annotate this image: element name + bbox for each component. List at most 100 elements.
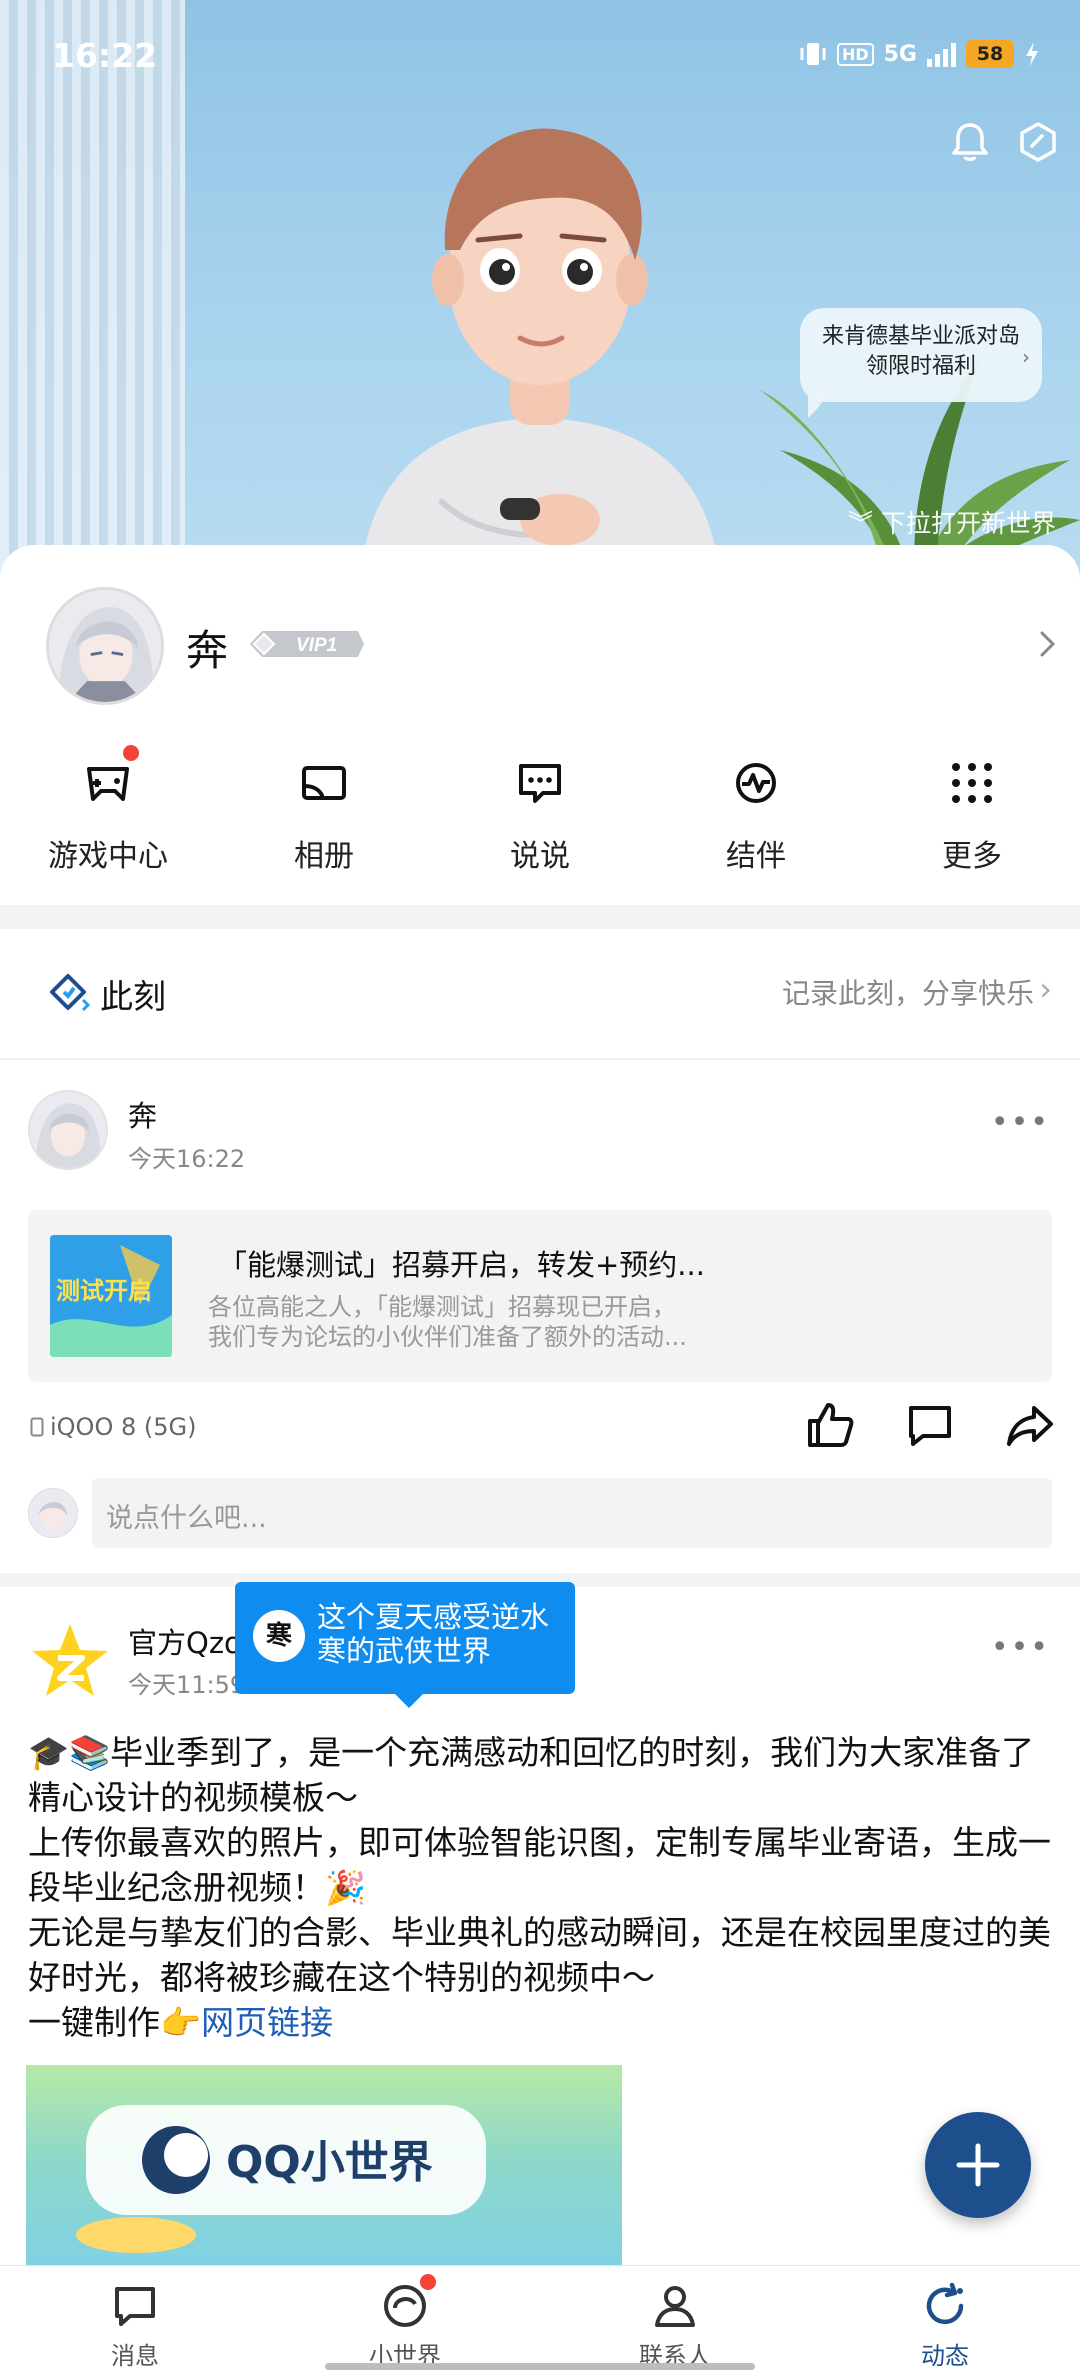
chevron-right-icon: › — [1039, 970, 1052, 1008]
profile-name: 奔 — [186, 626, 229, 675]
post-time: 今天11:59 — [128, 1671, 246, 1699]
web-link[interactable]: 网页链接 — [201, 2003, 333, 2042]
device-label: iQOO 8 (5G) — [50, 1413, 197, 1441]
contacts-icon — [649, 2280, 701, 2332]
share-desc-line: 我们专为论坛的小伙伴们准备了额外的活动... — [208, 1323, 687, 1351]
promo-line-1: 来肯德基毕业派对岛 — [821, 324, 1020, 349]
phone-icon — [30, 1417, 44, 1437]
post-body-line: 🎓📚毕业季到了，是一个充满感动和回忆的时刻，我们为大家准备了精心设计的视频模板～ — [28, 1733, 1035, 1817]
add-post-button[interactable] — [925, 2112, 1031, 2218]
hero-avatar-illustration[interactable] — [320, 100, 760, 580]
shortcut-companion[interactable]: 结伴 — [648, 745, 864, 895]
shortcut-label: 更多 — [942, 839, 1002, 874]
plus-icon — [956, 2143, 1000, 2187]
vip-badge[interactable]: VIP1 — [248, 627, 366, 661]
post-body-line: 一键制作👉网页链接 — [28, 2000, 1058, 2045]
promo-toast-line: 这个夏天感受逆水 — [317, 1600, 550, 1634]
shortcut-game-center[interactable]: 游戏中心 — [0, 745, 216, 895]
post-body-line: 无论是与挚友们的合影、毕业典礼的感动瞬间，还是在校园里度过的美好时光，都将被珍藏… — [28, 1913, 1051, 1997]
post-body-line: 上传你最喜欢的照片，即可体验智能识图，定制专属毕业寄语，生成一段毕业纪念册视频！… — [28, 1823, 1051, 1907]
shortcut-album[interactable]: 相册 — [216, 745, 432, 895]
shortcut-label: 说说 — [510, 839, 570, 874]
nav-small-world[interactable]: 小世界 — [270, 2266, 540, 2376]
refresh-feed-icon — [919, 2280, 971, 2332]
chevron-right-icon[interactable] — [1034, 629, 1060, 659]
shortcut-shuoshuo[interactable]: 说说 — [432, 745, 648, 895]
vibrate-icon — [800, 43, 826, 65]
sparkle-diamond-icon — [50, 974, 90, 1012]
bell-icon — [952, 123, 988, 161]
main-panel: 奔 VIP1 游戏中心 相册 说说 结伴 更多 此刻 记录此刻，分享快乐 › 奔… — [0, 545, 1080, 2265]
shortcut-more[interactable]: 更多 — [864, 745, 1080, 895]
settings-hexagon-button[interactable] — [1008, 112, 1068, 172]
post-author[interactable]: 奔 — [128, 1093, 157, 1135]
nav-label: 动态 — [921, 2342, 969, 2370]
promo-toast[interactable]: 寒 这个夏天感受逆水 寒的武侠世界 — [235, 1582, 575, 1708]
anime-avatar-image — [30, 1092, 106, 1168]
nav-messages[interactable]: 消息 — [0, 2266, 270, 2376]
promo-speech-bubble[interactable]: 来肯德基毕业派对岛 领限时福利 › — [800, 308, 1042, 418]
status-time: 16:22 — [52, 36, 158, 75]
nav-feed[interactable]: 动态 — [810, 2266, 1080, 2376]
thumb-text: 测试开启 — [56, 1277, 152, 1305]
share-desc-line: 各位高能之人，「能爆测试」招募现已开启， — [208, 1293, 676, 1321]
comment-icon — [909, 1406, 951, 1446]
message-icon — [109, 2280, 161, 2332]
avatar[interactable] — [28, 1090, 108, 1170]
status-bar: 16:22 HD 5G 58 — [0, 0, 1080, 110]
shortcut-label: 游戏中心 — [48, 839, 168, 874]
anime-avatar-image — [49, 590, 161, 702]
more-options-button[interactable]: ••• — [991, 1630, 1050, 1665]
gamepad-icon — [82, 757, 134, 809]
notification-bell-button[interactable] — [940, 112, 1000, 172]
share-button[interactable] — [1002, 1397, 1058, 1453]
qzone-logo-icon[interactable] — [28, 1620, 112, 1704]
profile-row[interactable]: 奔 VIP1 — [0, 545, 1080, 725]
game-logo-icon: 寒 — [253, 1610, 305, 1662]
hexagon-icon — [1020, 122, 1056, 162]
promo-toast-line: 寒的武侠世界 — [317, 1634, 492, 1668]
charging-icon — [1026, 42, 1038, 66]
share-description: 各位高能之人，「能爆测试」招募现已开启， 我们专为论坛的小伙伴们准备了额外的活动… — [208, 1292, 687, 1352]
post-media-image[interactable]: QQ小世界 — [26, 2065, 622, 2265]
double-chevron-down-icon: ︾ — [848, 509, 874, 538]
comment-input[interactable]: 说点什么吧... — [92, 1478, 1052, 1548]
comment-button[interactable] — [902, 1397, 958, 1453]
home-indicator[interactable] — [325, 2363, 755, 2370]
shortcut-label: 相册 — [294, 839, 354, 874]
shared-link-card[interactable]: 测试开启 「能爆测试」招募开启，转发+预约... 各位高能之人，「能爆测试」招募… — [28, 1210, 1052, 1382]
bottom-navigation: 消息 小世界 联系人 动态 — [0, 2265, 1080, 2376]
battery-icon: 58 — [966, 40, 1014, 68]
album-icon — [298, 757, 350, 809]
chat-bubble-icon — [514, 757, 566, 809]
network-label: 5G — [883, 41, 917, 67]
moment-hint: 记录此刻，分享快乐 — [781, 977, 1034, 1010]
comment-row: 说点什么吧... — [0, 1470, 1080, 1560]
pull-down-label: 下拉打开新世界 — [880, 509, 1056, 538]
red-dot-badge — [123, 745, 139, 761]
pull-down-hint[interactable]: ︾ 下拉打开新世界 — [848, 504, 1056, 540]
hd-icon: HD — [836, 42, 874, 66]
nav-contacts[interactable]: 联系人 — [540, 2266, 810, 2376]
hero-banner[interactable]: 16:22 HD 5G 58 来肯德基毕业派对岛 领限时福利 › ︾ 下拉打开新… — [0, 0, 1080, 580]
share-arrow-icon — [1007, 1406, 1053, 1446]
shortcut-label: 结伴 — [726, 839, 786, 874]
moment-entry[interactable]: 此刻 记录此刻，分享快乐 › — [0, 930, 1080, 1060]
nav-label: 消息 — [111, 2342, 159, 2370]
avatar[interactable] — [46, 587, 164, 705]
like-button[interactable] — [802, 1397, 858, 1453]
moment-title: 此刻 — [100, 977, 166, 1016]
post-time: 今天16:22 — [128, 1145, 246, 1173]
thumbs-up-icon — [808, 1403, 854, 1447]
share-thumbnail: 测试开启 — [50, 1235, 172, 1357]
device-source: iQOO 8 (5G) — [30, 1413, 196, 1441]
vip-label: VIP1 — [296, 635, 337, 656]
chevron-right-icon: › — [1022, 345, 1030, 369]
avatar — [28, 1488, 78, 1538]
post-body-prefix: 一键制作👉 — [28, 2003, 202, 2042]
grid-more-icon — [946, 757, 998, 809]
section-divider — [0, 905, 1080, 929]
shortcut-row: 游戏中心 相册 说说 结伴 更多 — [0, 745, 1080, 895]
post-body: 🎓📚毕业季到了，是一个充满感动和回忆的时刻，我们为大家准备了精心设计的视频模板～… — [28, 1730, 1058, 2045]
more-options-button[interactable]: ••• — [991, 1105, 1050, 1140]
